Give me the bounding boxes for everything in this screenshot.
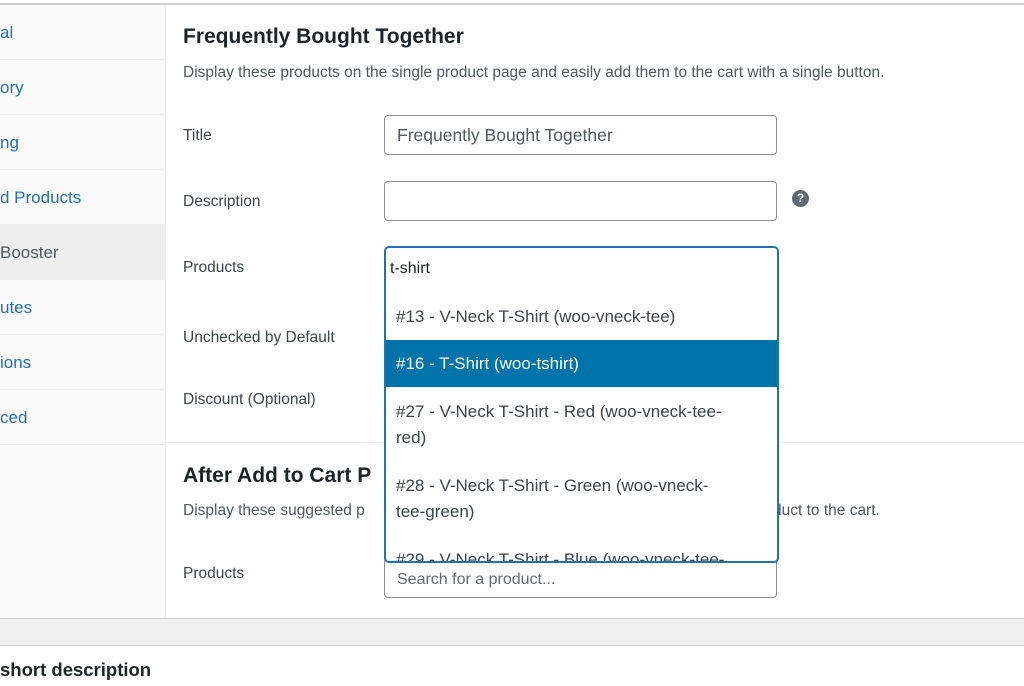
option-label: #29 - V-Neck T-Shirt - Blue (woo-vneck-t… [396,550,725,563]
title-input[interactable] [384,115,777,155]
sidebar-item-label: ory [0,78,24,97]
sidebar-item-shipping[interactable]: ng [0,115,165,170]
fbt-section-description: Display these products on the single pro… [183,64,885,81]
description-input[interactable] [384,181,777,221]
products-label: Products [183,259,245,276]
sidebar-item-inventory[interactable]: ory [0,60,165,115]
help-icon[interactable]: ? [792,190,809,207]
sidebar-item-attributes[interactable]: utes [0,280,165,335]
dropdown-option[interactable]: #29 - V-Neck T-Shirt - Blue (woo-vneck-t… [386,535,777,563]
option-label: #28 - V-Neck T-Shirt - Green (woo-vneck- [396,476,709,495]
product-data-tabs: al ory ng d Products Booster utes ions c… [0,5,166,618]
after-cart-section-title: After Add to Cart P [183,464,372,487]
after-cart-section-description-end: duct to the cart. [773,502,880,519]
fbt-section-title: Frequently Bought Together [183,25,464,48]
option-label: #16 - T-Shirt (woo-tshirt) [396,354,579,373]
sidebar-item-advanced[interactable]: ced [0,390,165,445]
sidebar-item-linked-products[interactable]: d Products [0,170,165,225]
option-label: #27 - V-Neck T-Shirt - Red (woo-vneck-te… [396,402,722,421]
after-cart-products-search[interactable]: Search for a product... [384,558,777,598]
sidebar-item-label: al [0,23,14,42]
after-cart-section-description: Display these suggested p [183,502,365,519]
sidebar-item-general[interactable]: al [0,5,165,60]
option-label-cont: tee-green) [396,502,475,521]
product-search-input[interactable]: t-shirt [390,260,430,278]
sidebar-item-label: ions [0,353,32,372]
title-label: Title [183,127,212,144]
dropdown-option[interactable]: #27 - V-Neck T-Shirt - Red (woo-vneck-te… [386,387,777,461]
discount-label: Discount (Optional) [183,391,316,408]
short-description-heading: short description [0,659,152,680]
sidebar-item-label: ng [0,133,19,152]
option-label: #13 - V-Neck T-Shirt (woo-vneck-tee) [396,307,676,326]
sidebar-item-label: Booster [0,243,59,262]
dropdown-option[interactable]: #28 - V-Neck T-Shirt - Green (woo-vneck-… [386,461,777,535]
after-cart-products-label: Products [183,565,245,582]
unchecked-by-default-label: Unchecked by Default [183,329,335,346]
sidebar-item-label: d Products [0,188,82,207]
sidebar-item-booster[interactable]: Booster [0,225,165,280]
sidebar-item-variations[interactable]: ions [0,335,165,390]
panel-footer-band [0,618,1024,646]
sidebar-item-label: utes [0,298,33,317]
dropdown-option-highlighted[interactable]: #16 - T-Shirt (woo-tshirt) [386,340,777,387]
search-placeholder: Search for a product... [397,571,556,588]
option-label-cont: red) [396,428,427,447]
dropdown-option[interactable]: #13 - V-Neck T-Shirt (woo-vneck-tee) [386,293,777,340]
sidebar-item-label: ced [0,408,28,427]
product-search-dropdown[interactable]: t-shirt #13 - V-Neck T-Shirt (woo-vneck-… [384,246,779,563]
description-label: Description [183,193,261,210]
